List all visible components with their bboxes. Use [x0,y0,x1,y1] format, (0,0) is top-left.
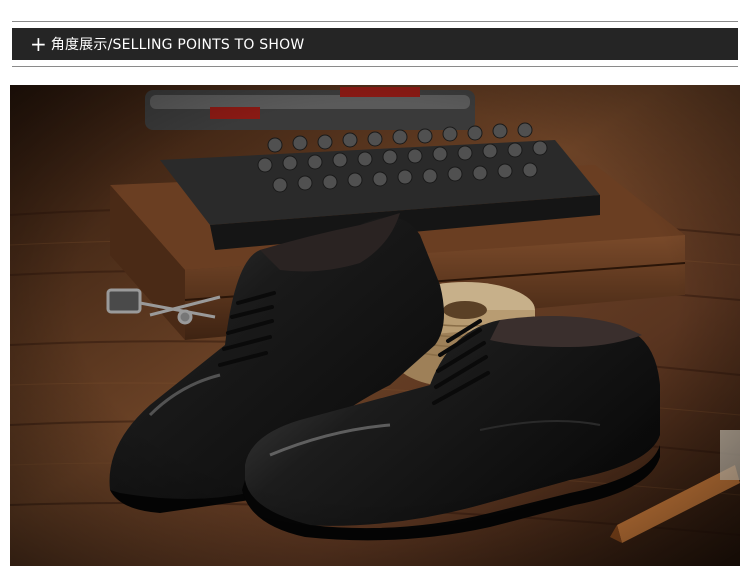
photo-vignette [10,85,740,566]
plus-icon: + [30,32,47,56]
product-photo [10,85,740,566]
product-photo-illustration [10,85,740,566]
top-divider [12,21,738,22]
section-title: 角度展示/SELLING POINTS TO SHOW [50,37,305,53]
bottom-divider [12,66,738,67]
section-header: + 角度展示/SELLING POINTS TO SHOW [12,28,738,60]
